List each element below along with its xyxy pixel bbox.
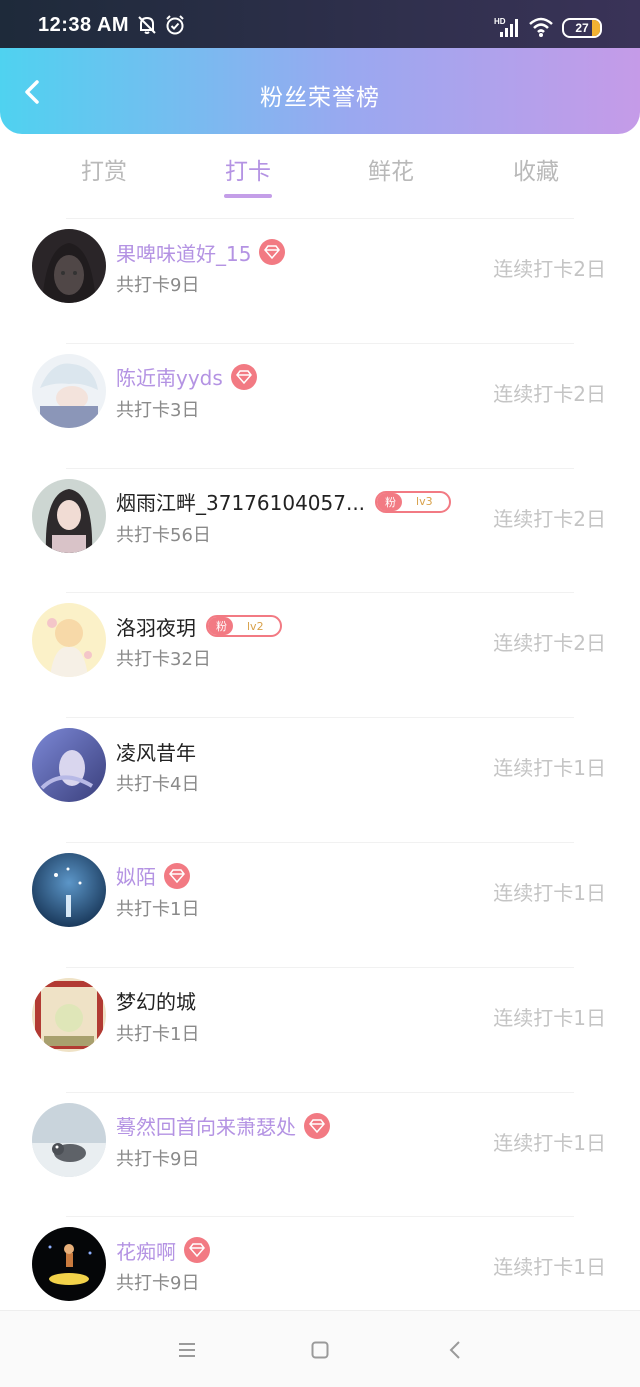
status-bar: 12:38 AM HD 27 [0,0,640,48]
back-triangle-icon [449,1341,460,1359]
fan-badge-label: 粉 [208,617,233,636]
list-item[interactable]: 洛羽夜玥 粉 lv2 共打卡32日 连续打卡2日 [32,592,606,717]
avatar [32,229,106,303]
avatar [32,852,106,927]
list-item[interactable]: 果啤味道好_15 共打卡9日 连续打卡2日 [32,218,606,343]
fan-level-badge: 粉 lv2 [206,615,282,638]
avatar [32,977,106,1052]
hd-signal-icon: HD [494,16,520,42]
user-name: 姒陌 [116,865,156,890]
list-item[interactable]: 烟雨江畔_37176104057... 粉 lv3 共打卡56日 连续打卡2日 [32,467,606,593]
total-checkins: 共打卡56日 [116,524,211,546]
diamond-icon [184,1237,210,1264]
battery-level: 27 [575,21,589,35]
total-checkins: 共打卡4日 [116,774,200,796]
menu-icon [179,1343,195,1357]
avatar [32,603,106,678]
streak-label: 连续打卡2日 [493,506,606,531]
total-checkins: 共打卡1日 [116,1023,200,1045]
fan-badge-label: 粉 [377,492,403,511]
tab-reward[interactable]: 打赏 [54,152,154,186]
user-name: 陈近南yyds [116,366,223,391]
app-screen: 12:38 AM HD 27 粉丝荣誉榜 打赏 打卡 鲜花 收藏 果啤味道好_1… [0,0,640,1387]
user-name: 花痴啊 [116,1239,176,1264]
streak-label: 连续打卡1日 [493,756,606,781]
list-item[interactable]: 姒陌 共打卡1日 连续打卡1日 [32,841,606,967]
fan-badge-level: lv3 [416,495,433,509]
total-checkins: 共打卡9日 [116,1273,200,1295]
streak-label: 连续打卡2日 [493,257,606,281]
tab-checkin[interactable]: 打卡 [198,152,298,186]
avatar [32,478,106,553]
total-checkins: 共打卡3日 [116,399,200,421]
list-item[interactable]: 陈近南yyds 共打卡3日 连续打卡2日 [32,342,606,468]
streak-label: 连续打卡2日 [493,381,606,406]
mute-bell-icon [136,14,158,40]
user-name: 蓦然回首向来萧瑟处 [116,1115,296,1140]
streak-label: 连续打卡2日 [493,631,606,656]
avatar [32,1227,106,1302]
ranking-list: 果啤味道好_15 共打卡9日 连续打卡2日 陈近南yyds 共打卡3日 连续打卡… [0,218,640,1341]
fan-level-badge: 粉 lv3 [375,490,451,513]
list-item[interactable]: 梦幻的城 共打卡1日 连续打卡1日 [32,966,606,1092]
list-item[interactable]: 凌风昔年 共打卡4日 连续打卡1日 [32,717,606,842]
diamond-icon [259,239,286,265]
avatar [32,1102,106,1177]
streak-label: 连续打卡1日 [493,880,606,905]
streak-label: 连续打卡1日 [493,1130,606,1155]
diamond-icon [304,1112,330,1139]
total-checkins: 共打卡1日 [116,898,200,920]
diamond-icon [164,862,190,889]
user-name: 果啤味道好_15 [116,241,252,266]
tab-favorites[interactable]: 收藏 [486,152,586,186]
total-checkins: 共打卡9日 [116,1148,200,1170]
avatar [32,728,106,803]
user-name: 梦幻的城 [116,990,196,1015]
user-name: 洛羽夜玥 [116,615,196,640]
total-checkins: 共打卡9日 [116,275,200,296]
active-tab-indicator [224,194,272,198]
user-name: 烟雨江畔_37176104057... [116,491,366,516]
battery-icon: 27 [562,18,602,38]
tab-flowers[interactable]: 鲜花 [341,152,441,186]
status-time: 12:38 AM [38,14,130,36]
header-bar: 粉丝荣誉榜 [0,48,640,134]
list-item[interactable]: 蓦然回首向来萧瑟处 共打卡9日 连续打卡1日 [32,1091,606,1217]
diamond-icon [230,363,257,390]
menu-button[interactable] [172,1337,202,1363]
system-nav-bar [0,1310,640,1387]
tab-bar: 打赏 打卡 鲜花 收藏 [0,134,640,218]
total-checkins: 共打卡32日 [116,649,211,671]
back-nav-button[interactable] [440,1337,470,1363]
page-title: 粉丝荣誉榜 [260,85,380,111]
wifi-icon [528,16,554,42]
avatar [32,353,106,428]
streak-label: 连续打卡1日 [493,1255,606,1280]
user-name: 凌风昔年 [116,740,196,765]
fan-badge-level: lv2 [247,619,264,633]
home-button[interactable] [305,1337,335,1363]
streak-label: 连续打卡1日 [493,1005,606,1030]
alarm-icon [164,14,186,40]
home-square-icon [311,1341,329,1359]
svg-text:HD: HD [494,17,506,26]
